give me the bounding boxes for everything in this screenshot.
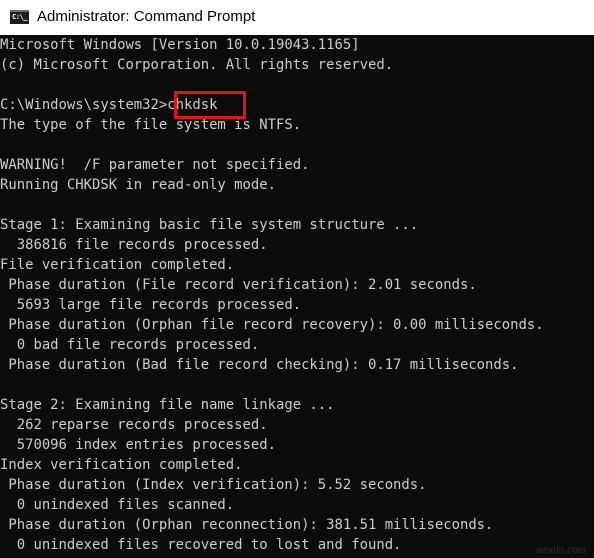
console-line: Phase duration (Orphan reconnection): 38…	[0, 517, 494, 533]
console-line: 262 reparse records processed.	[0, 417, 268, 433]
console-line: Stage 2: Examining file name linkage ...	[0, 397, 335, 413]
console-line: Phase duration (Bad file record checking…	[0, 357, 519, 373]
watermark: wsxdn.com	[535, 545, 586, 556]
console-line: 570096 index entries processed.	[0, 437, 276, 453]
console-line: Phase duration (Index verification): 5.5…	[0, 477, 427, 493]
console-line: 0 unindexed files recovered to lost and …	[0, 537, 402, 553]
cmd-icon: C:\_	[10, 10, 29, 24]
console-line: File verification completed.	[0, 257, 235, 273]
console-line: 5693 large file records processed.	[0, 297, 302, 313]
window-title: Administrator: Command Prompt	[37, 8, 256, 25]
console-line: 386816 file records processed.	[0, 237, 268, 253]
command-highlight-box	[174, 91, 246, 119]
console-output[interactable]: Microsoft Windows [Version 10.0.19043.11…	[0, 35, 594, 558]
console-line: Stage 1: Examining basic file system str…	[0, 217, 419, 233]
console-line: Running CHKDSK in read-only mode.	[0, 177, 276, 193]
console-line: Phase duration (File record verification…	[0, 277, 477, 293]
console-line: Microsoft Windows [Version 10.0.19043.11…	[0, 37, 360, 53]
console-line: Phase duration (Orphan file record recov…	[0, 317, 544, 333]
cmd-icon-glyph: C:\_	[12, 13, 27, 21]
console-line: 0 unindexed files scanned.	[0, 497, 235, 513]
title-bar[interactable]: C:\_ Administrator: Command Prompt	[0, 0, 594, 35]
console-line: (c) Microsoft Corporation. All rights re…	[0, 57, 394, 73]
console-line: 0 bad file records processed.	[0, 337, 260, 353]
console-line: Index verification completed.	[0, 457, 243, 473]
command-prompt-window: C:\_ Administrator: Command Prompt Micro…	[0, 0, 594, 558]
console-line: WARNING! /F parameter not specified.	[0, 157, 310, 173]
console-line: The type of the file system is NTFS.	[0, 117, 302, 133]
